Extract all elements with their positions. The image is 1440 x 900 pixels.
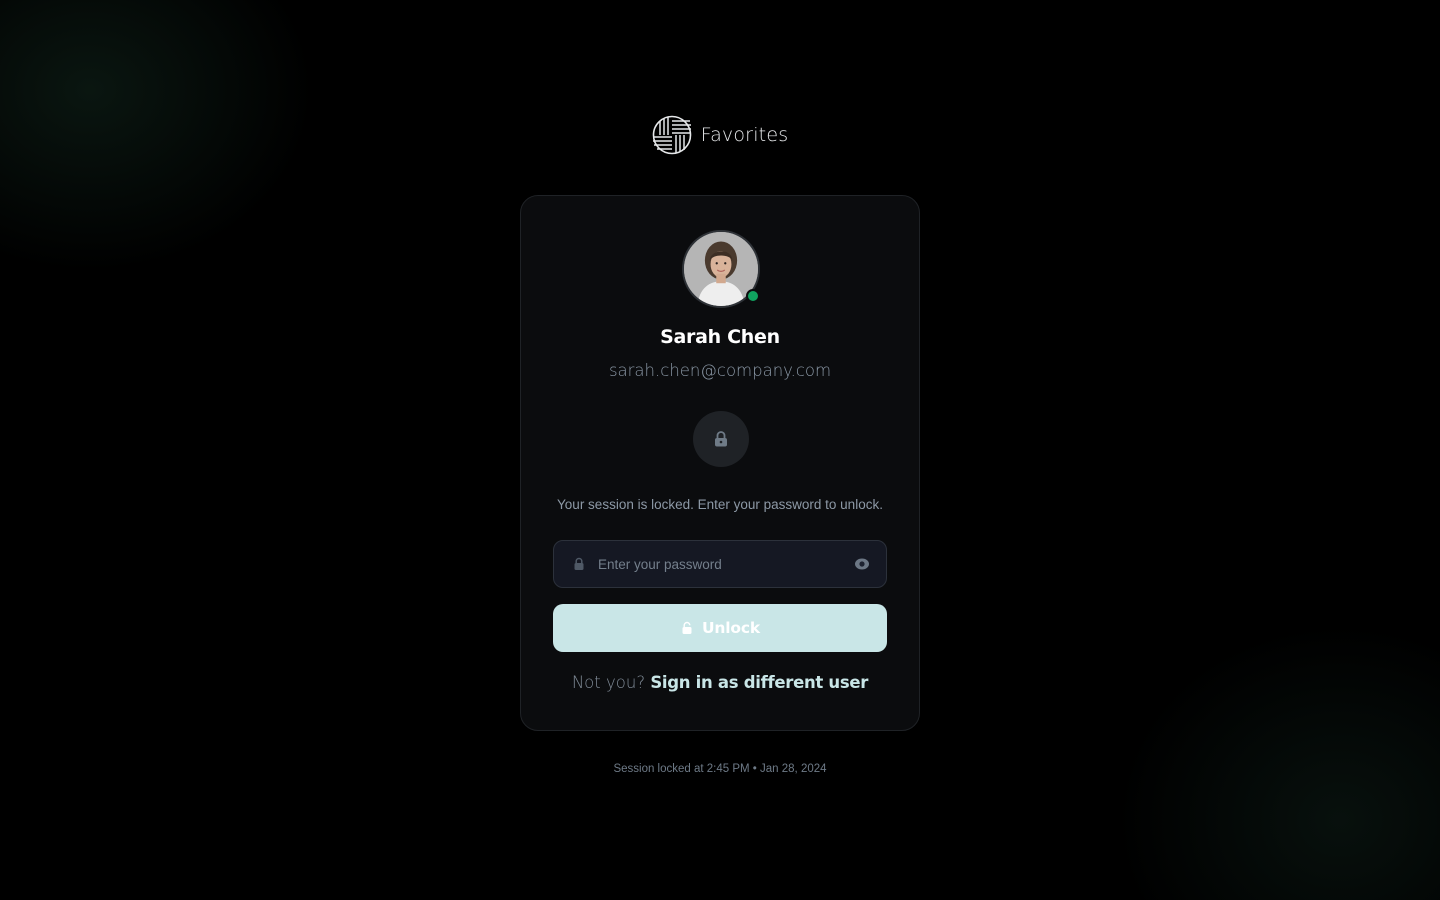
avatar-container [682, 230, 760, 308]
password-field[interactable] [553, 540, 887, 588]
lock-screen-card: Sarah Chen sarah.chen@company.com Your s… [520, 195, 920, 731]
online-status-dot [746, 289, 760, 303]
brand-name: Favorites [700, 124, 789, 146]
unlock-button-label: Unlock [702, 619, 760, 637]
not-you-prompt: Not you? [571, 673, 651, 692]
switch-user-row: Not you? Sign in as different user [521, 673, 919, 693]
session-locked-message: Your session is locked. Enter your passw… [557, 497, 883, 512]
lock-badge [693, 411, 749, 467]
unlock-button[interactable]: Unlock [553, 604, 887, 652]
brand-header: Favorites [0, 115, 1440, 155]
session-locked-timestamp: Session locked at 2:45 PM • Jan 28, 2024 [613, 763, 827, 775]
user-email: sarah.chen@company.com [608, 361, 832, 380]
sign-in-different-user-link[interactable]: Sign in as different user [650, 673, 868, 692]
password-lock-icon [572, 557, 586, 571]
padlock-icon [715, 431, 727, 447]
woven-grid-logo-icon [652, 115, 691, 155]
password-input[interactable] [598, 556, 854, 572]
unlock-padlock-icon [682, 621, 692, 634]
user-name: Sarah Chen [660, 326, 780, 348]
show-password-eye-icon[interactable] [854, 556, 870, 572]
